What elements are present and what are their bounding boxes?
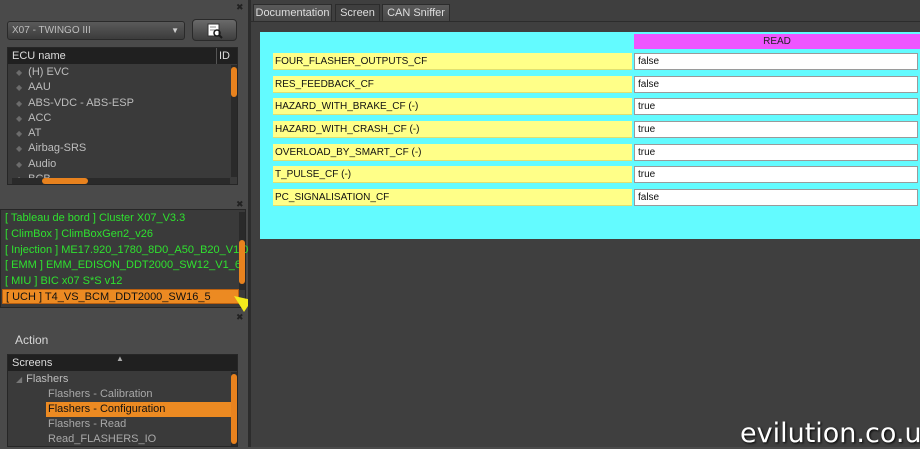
detected-ecu-item[interactable]: [ ClimBox ] ClimBoxGen2_v26 (5, 227, 153, 242)
screen-canvas: READ FOUR_FLASHER_OUTPUTS_CF false RES_F… (260, 32, 920, 239)
tree-item-selected[interactable]: Flashers - Configuration (46, 402, 231, 417)
ecu-item-label: Audio (28, 157, 57, 170)
ecu-item-label: AT (28, 127, 42, 140)
param-value[interactable]: false (634, 53, 918, 70)
ecu-list-item[interactable]: ◆ ABS-VDC - ABS-ESP (8, 96, 230, 111)
ecu-list-item[interactable]: ◆ Audio (8, 157, 230, 172)
ecu-list-item[interactable]: ◆ AAU (8, 80, 230, 95)
bullet-icon: ◆ (16, 144, 23, 154)
param-value[interactable]: false (634, 76, 918, 93)
tab-divider (251, 21, 920, 22)
ecu-list-panel: ECU name ID ◆ (H) EVC ◆ AAU ◆ ABS-VDC - ABS… (7, 47, 238, 185)
detected-ecu-item[interactable]: [ Injection ] ME17.920_1780_8D0_A50_B20_… (5, 243, 248, 258)
param-label: HAZARD_WITH_CRASH_CF (-) (273, 121, 632, 138)
detected-ecu-panel: [ Tableau de bord ] Cluster X07_V3.3 [ C… (0, 209, 248, 308)
vehicle-select[interactable]: X07 - TWINGO III ▼ (7, 21, 185, 40)
ecu-list-header: ECU name ID (8, 48, 237, 64)
param-label: HAZARD_WITH_BRAKE_CF (-) (273, 98, 632, 115)
ecu-list-scrollbar[interactable] (231, 65, 237, 177)
tab-documentation[interactable]: Documentation (253, 4, 332, 22)
param-value[interactable]: true (634, 98, 918, 115)
param-label: OVERLOAD_BY_SMART_CF (-) (273, 144, 632, 161)
tree-item[interactable]: Flashers - Calibration (48, 387, 153, 402)
param-value[interactable]: true (634, 121, 918, 138)
expand-icon: ◢ (16, 375, 23, 384)
ecu-item-label: ABS-VDC - ABS-ESP (28, 96, 134, 109)
ecu-item-label: (H) EVC (28, 66, 70, 78)
ecu-id-column[interactable]: ID (216, 48, 230, 64)
watermark: evilution.co.uk (740, 418, 920, 449)
ecu-list-item[interactable]: ◆ (H) EVC (8, 65, 230, 80)
tree-item[interactable]: Read_FLASHERS_IO (48, 432, 156, 447)
param-label: PC_SIGNALISATION_CF (273, 189, 632, 206)
ecu-list: ◆ (H) EVC ◆ AAU ◆ ABS-VDC - ABS-ESP ◆ ACC ◆ A… (8, 65, 230, 181)
detected-ecu-item[interactable]: [ MIU ] BIC x07 S*S v12 (5, 274, 122, 289)
ecu-list-item[interactable]: ◆ Airbag-SRS (8, 141, 230, 156)
tab-can-sniffer[interactable]: CAN Sniffer (382, 4, 450, 22)
bullet-icon: ◆ (16, 98, 23, 108)
detected-ecu-item[interactable]: [ EMM ] EMM_EDISON_DDT2000_SW12_V1_6 (5, 258, 241, 273)
ecu-item-label: Airbag-SRS (28, 142, 87, 155)
param-value[interactable]: true (634, 144, 918, 161)
scrollbar-thumb[interactable] (231, 67, 237, 97)
read-header: READ (634, 34, 920, 49)
tab-screen[interactable]: Screen (335, 4, 380, 22)
sort-caret-icon: ▲ (116, 354, 124, 363)
vehicle-select-value: X07 - TWINGO III (12, 25, 91, 36)
detected-ecu-item[interactable]: [ Tableau de bord ] Cluster X07_V3.3 (5, 211, 185, 226)
tree-group-label: Flashers (26, 373, 69, 385)
scrollbar-thumb[interactable] (231, 374, 237, 444)
param-label: FOUR_FLASHER_OUTPUTS_CF (273, 53, 632, 70)
left-panel: ✖ X07 - TWINGO III ▼ ECU name ID ◆ (H) EV… (0, 0, 301, 447)
param-label: RES_FEEDBACK_CF (273, 76, 632, 93)
chevron-down-icon: ▼ (171, 26, 179, 35)
screens-scrollbar[interactable] (231, 372, 237, 446)
tree-group-flashers[interactable]: ◢ Flashers (16, 372, 68, 387)
detected-ecu-scrollbar[interactable] (239, 212, 245, 290)
bullet-icon: ◆ (16, 129, 23, 139)
screens-panel: Screens ▲ ◢ Flashers Flashers - Calibrati… (7, 354, 238, 447)
param-value[interactable]: false (634, 189, 918, 206)
action-title: Action (15, 333, 49, 347)
detected-ecu-item-selected[interactable]: [ UCH ] T4_VS_BCM_DDT2000_SW16_5 (2, 289, 239, 304)
ecu-item-label: AAU (28, 81, 51, 94)
screens-header[interactable]: Screens ▲ (8, 354, 237, 371)
bullet-icon: ◆ (16, 68, 23, 77)
param-label: T_PULSE_CF (-) (273, 166, 632, 183)
ecu-name-column[interactable]: ECU name (12, 50, 66, 62)
scrollbar-thumb[interactable] (239, 240, 245, 284)
screens-header-label: Screens (12, 357, 53, 369)
ecu-list-hscrollbar[interactable] (12, 178, 230, 184)
scrollbar-thumb[interactable] (42, 178, 88, 184)
search-button[interactable] (192, 19, 237, 41)
bullet-icon: ◆ (16, 113, 23, 123)
bullet-icon: ◆ (16, 159, 23, 169)
param-value[interactable]: true (634, 166, 918, 183)
right-panel: Documentation Screen CAN Sniffer READ FO… (251, 0, 920, 447)
tree-item[interactable]: Flashers - Read (48, 417, 126, 432)
ecu-item-label: ACC (28, 111, 52, 124)
bullet-icon: ◆ (16, 83, 23, 93)
close-icon[interactable]: ✖ (236, 2, 244, 13)
ecu-list-item[interactable]: ◆ ACC (8, 111, 230, 126)
ecu-list-item[interactable]: ◆ AT (8, 126, 230, 141)
search-icon (207, 23, 223, 39)
